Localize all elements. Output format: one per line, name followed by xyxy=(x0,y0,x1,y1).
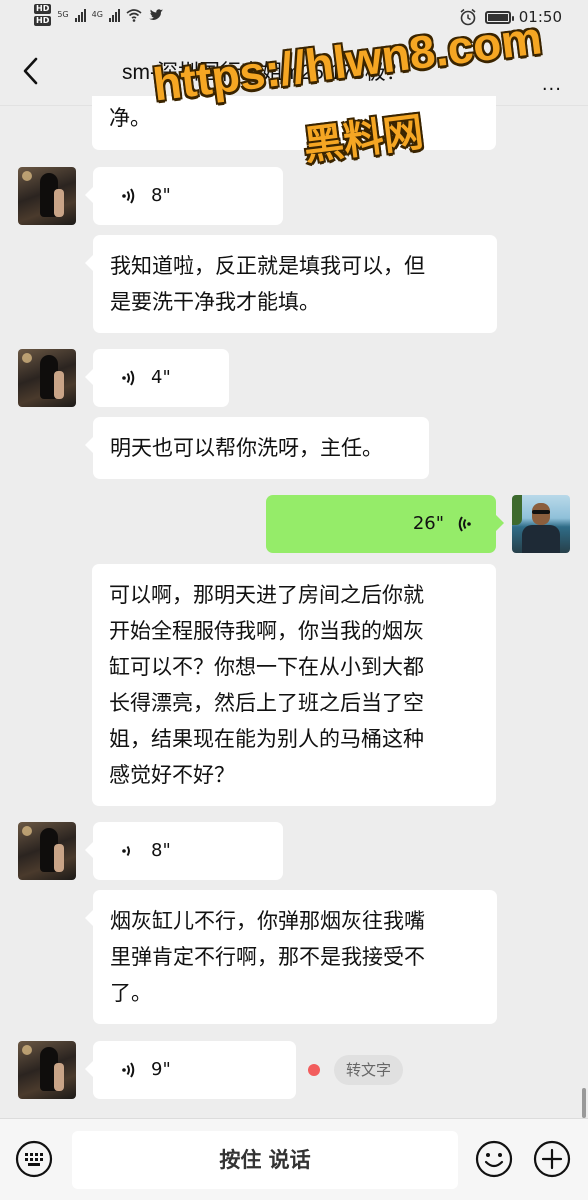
battery-icon xyxy=(484,10,514,24)
voice-duration: 4" xyxy=(151,367,171,388)
hd-indicators: HD HD xyxy=(34,4,52,26)
message-line: 长得漂亮，然后上了班之后当了空 xyxy=(109,691,424,715)
voice-message-3[interactable]: 4" xyxy=(85,349,229,407)
scrollbar[interactable] xyxy=(582,1088,586,1118)
voice-message-9[interactable]: 9" xyxy=(85,1041,296,1099)
message-bubble-8[interactable]: 烟灰缸儿不行，你弹那烟灰往我嘴 里弹肯定不行啊，那不是我接受不 了。 xyxy=(85,890,497,1024)
unread-voice-dot xyxy=(308,1064,320,1076)
message-line: 烟灰缸儿不行，你弹那烟灰往我嘴 xyxy=(110,909,425,933)
twitter-icon xyxy=(148,9,163,20)
hd-badge-1: HD xyxy=(34,4,52,14)
voice-duration: 8" xyxy=(151,185,171,206)
message-line: 里弹肯定不行啊，那不是我接受不 xyxy=(110,945,425,969)
wifi-icon xyxy=(126,9,142,22)
status-bar: HD HD 5G 4G 01:50 xyxy=(0,0,588,36)
keyboard-icon[interactable] xyxy=(14,1139,54,1179)
voice-duration: 26" xyxy=(412,513,444,534)
hd-badge-2: HD xyxy=(34,16,52,26)
contact-avatar[interactable] xyxy=(18,822,76,880)
message-bubble-0[interactable]: 净。 xyxy=(92,96,496,150)
plus-icon[interactable] xyxy=(532,1139,572,1179)
status-time: 01:50 xyxy=(518,8,562,26)
message-bubble-4[interactable]: 明天也可以帮你洗呀，主任。 xyxy=(85,417,429,479)
voice-wave-icon xyxy=(458,516,471,532)
message-line: 缸可以不？你想一下在从小到大都 xyxy=(109,655,424,679)
message-line: 我知道啦，反正就是填我可以，但 xyxy=(110,254,425,278)
message-text: 净。 xyxy=(109,106,151,130)
more-options-button[interactable]: ... xyxy=(542,74,562,95)
voice-duration: 8" xyxy=(151,840,171,861)
message-line: 开始全程服侍我啊，你当我的烟灰 xyxy=(109,619,424,643)
voice-wave-icon xyxy=(122,370,135,386)
voice-wave-icon xyxy=(122,845,130,857)
message-bubble-2[interactable]: 我知道啦，反正就是填我可以，但 是要洗干净我才能填。 xyxy=(85,235,497,333)
chat-title: sm-深圳国行空姐m25/173极？ xyxy=(122,61,407,84)
voice-message-1[interactable]: 8" xyxy=(85,167,283,225)
hold-to-talk-button[interactable]: 按住 说话 xyxy=(72,1131,458,1189)
message-line: 感觉好不好？ xyxy=(109,763,235,787)
status-left: HD HD 5G 4G xyxy=(34,4,164,26)
message-line: 姐，结果现在能为别人的马桶这种 xyxy=(109,727,424,751)
input-bar: 按住 说话 xyxy=(0,1118,588,1200)
contact-avatar[interactable] xyxy=(18,167,76,225)
message-line: 明天也可以帮你洗呀，主任。 xyxy=(110,436,383,460)
my-voice-message-5[interactable]: 26" xyxy=(266,495,504,553)
network-4g: 4G xyxy=(91,10,103,19)
message-bubble-6[interactable]: 可以啊，那明天进了房间之后你就 开始全程服侍我啊，你当我的烟灰 缸可以不？你想一… xyxy=(92,564,496,806)
status-right: 01:50 xyxy=(459,8,562,26)
alarm-icon xyxy=(460,8,476,26)
voice-wave-icon xyxy=(122,188,135,204)
signal-icon xyxy=(74,8,86,22)
voice-duration: 9" xyxy=(151,1059,171,1080)
back-arrow-icon[interactable] xyxy=(20,56,42,86)
message-line: 可以啊，那明天进了房间之后你就 xyxy=(109,583,424,607)
contact-avatar[interactable] xyxy=(18,349,76,407)
voice-message-7[interactable]: 8" xyxy=(85,822,283,880)
network-5g: 5G xyxy=(57,10,69,19)
message-line: 了。 xyxy=(110,981,152,1005)
contact-avatar[interactable] xyxy=(18,1041,76,1099)
emoji-icon[interactable] xyxy=(474,1139,514,1179)
voice-wave-icon xyxy=(122,1062,135,1078)
my-avatar[interactable] xyxy=(512,495,570,553)
signal-icon-2 xyxy=(108,8,120,22)
transcribe-button[interactable]: 转文字 xyxy=(334,1055,404,1085)
message-line: 是要洗干净我才能填。 xyxy=(110,290,320,314)
